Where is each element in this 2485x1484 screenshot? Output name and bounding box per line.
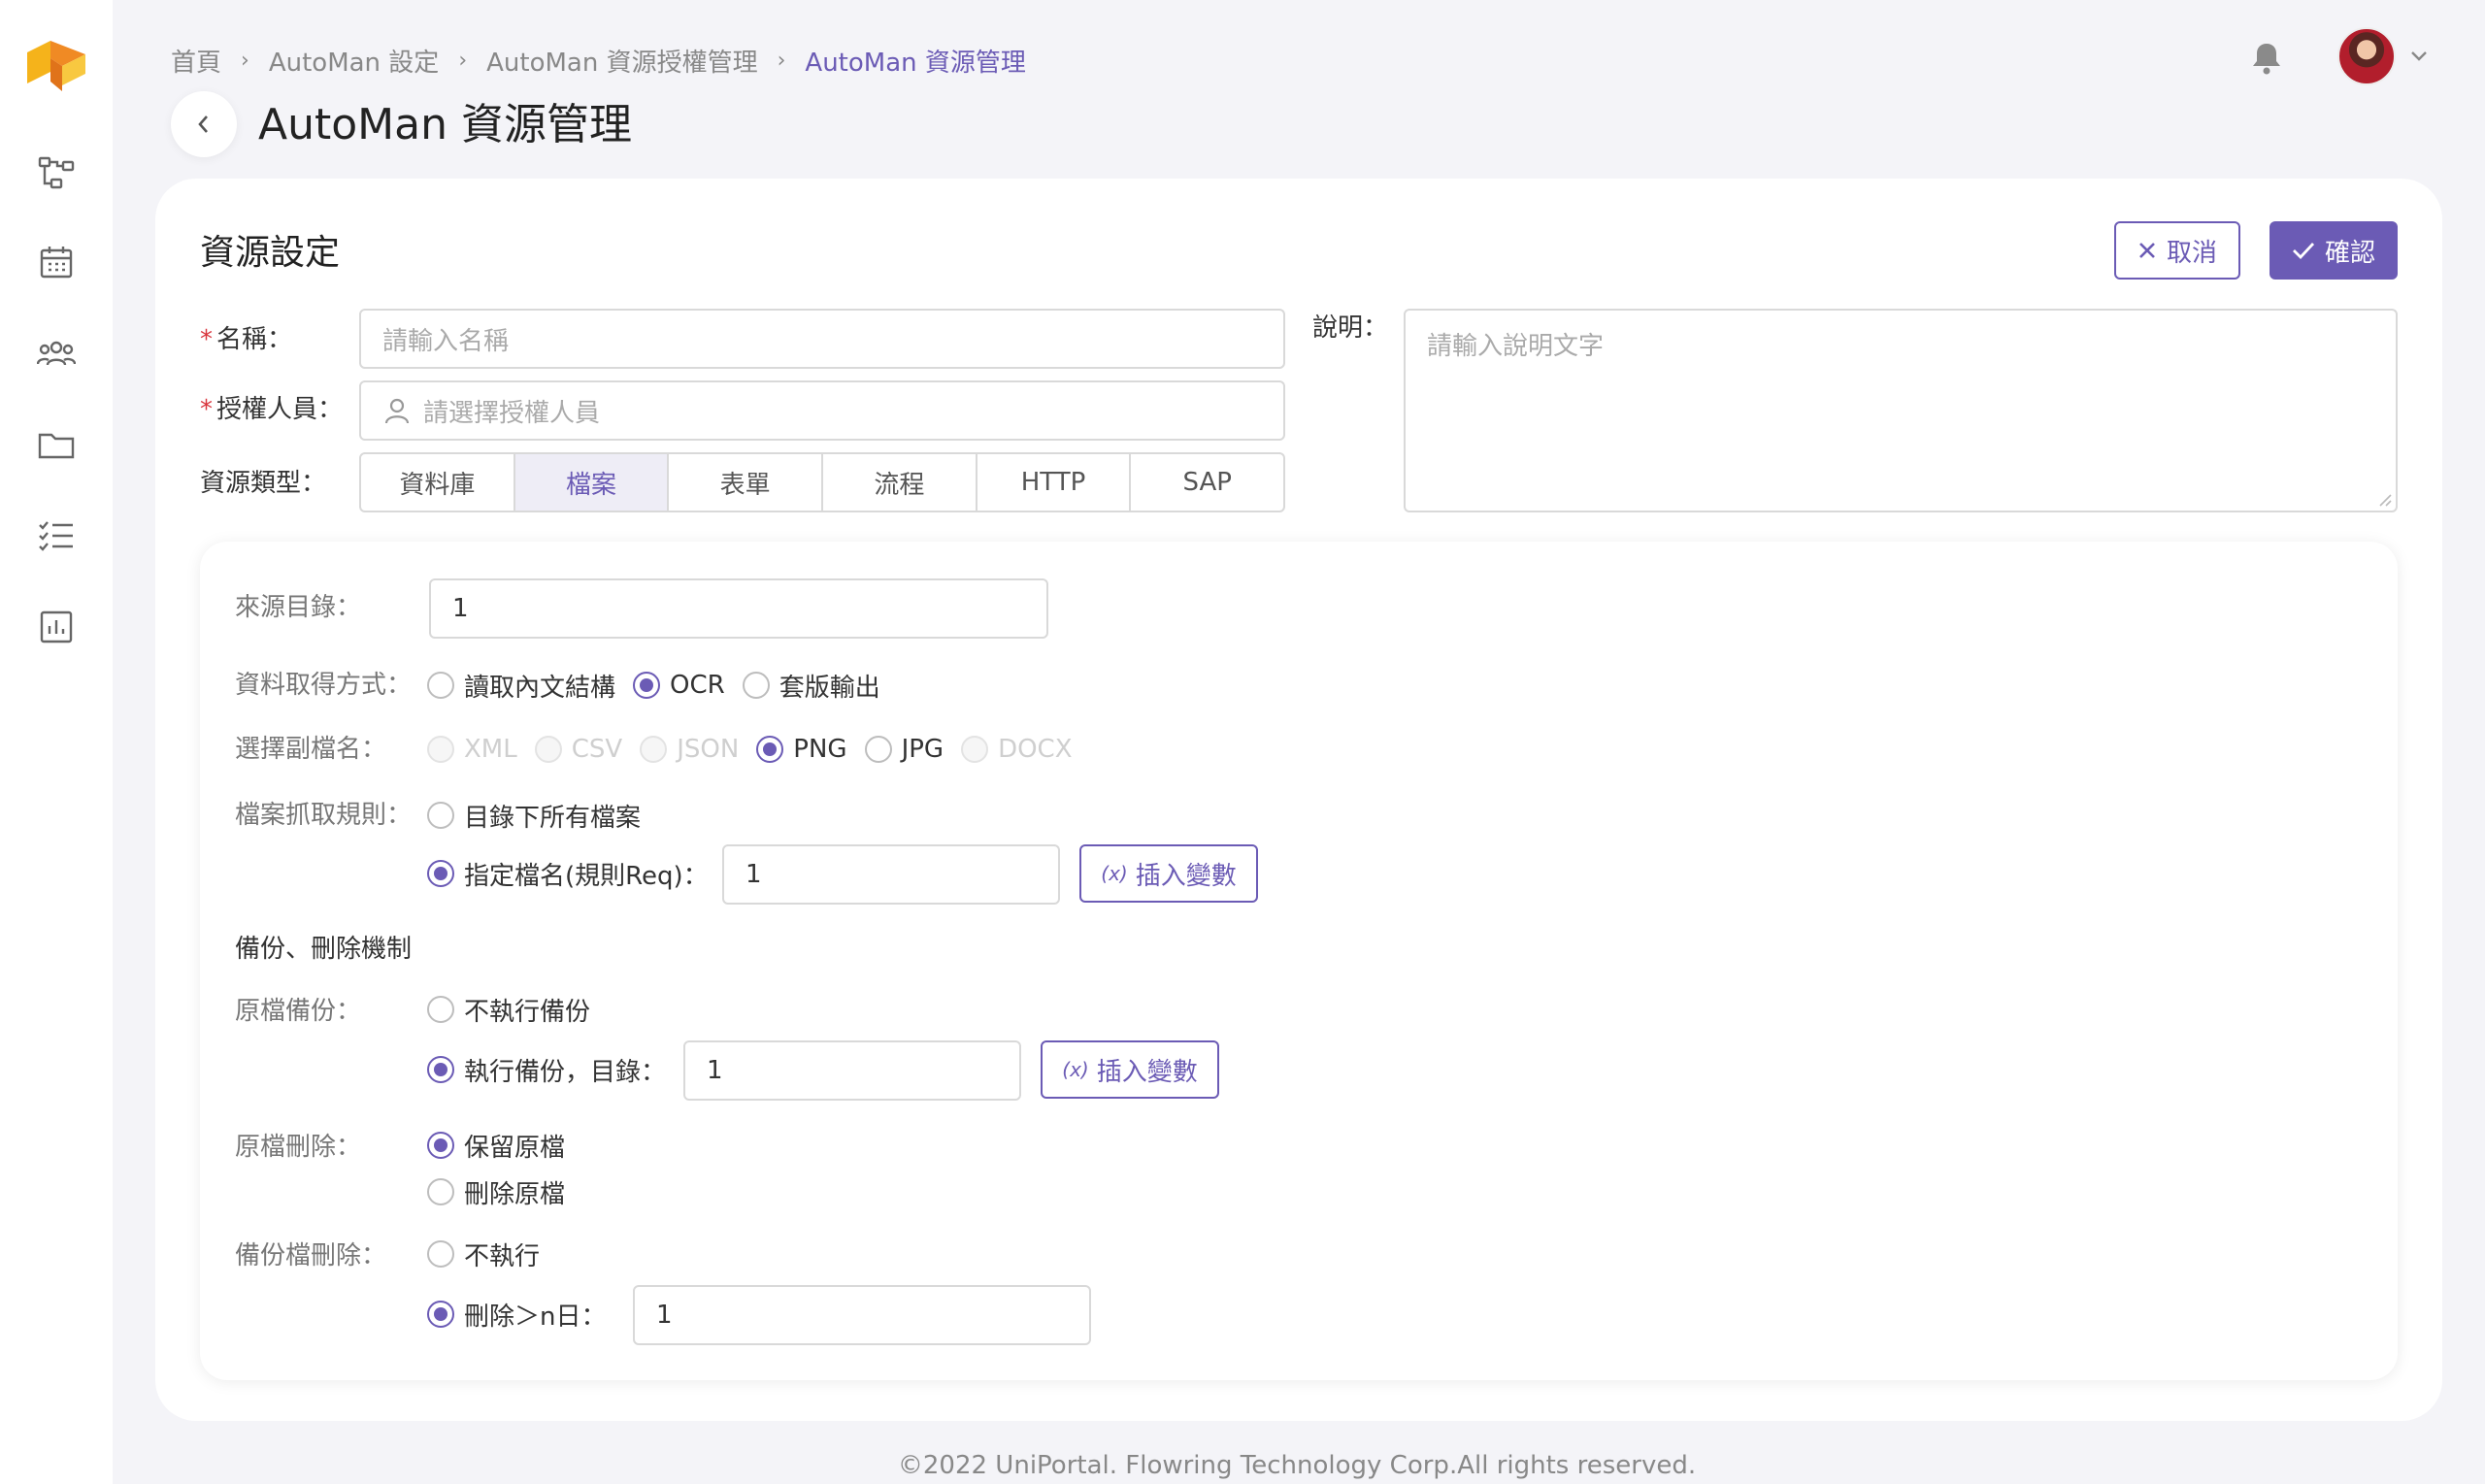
source-dir-label: 來源目錄： bbox=[235, 593, 362, 622]
source-dir-input[interactable]: 1 bbox=[429, 578, 1048, 639]
original-backup-yes-row: 執行備份，目錄： bbox=[427, 1050, 683, 1089]
original-backup-no-row: 不執行備份 bbox=[427, 990, 608, 1029]
confirm-label: 確認 bbox=[2324, 238, 2375, 268]
close-icon bbox=[2139, 243, 2155, 258]
chevron-right-icon: › bbox=[241, 48, 249, 73]
chevron-down-icon[interactable] bbox=[2409, 49, 2429, 64]
name-input[interactable]: 請輸入名稱 bbox=[359, 309, 1285, 369]
section-title: 資源設定 bbox=[200, 233, 341, 273]
extension-docx-radio: DOCX bbox=[961, 735, 1073, 764]
extension-group: XML CSV JSON PNG JPG DOCX bbox=[427, 730, 1090, 769]
check-icon bbox=[2292, 243, 2315, 260]
bell-icon[interactable] bbox=[2250, 41, 2283, 76]
back-button[interactable] bbox=[171, 91, 237, 157]
insert-variable-button[interactable]: (x) 插入變數 bbox=[1041, 1040, 1219, 1099]
breadcrumb: 首頁 › AutoMan 設定 › AutoMan 資源授權管理 › AutoM… bbox=[171, 41, 1026, 80]
chevron-right-icon: › bbox=[777, 48, 786, 73]
backup-delete-days-input[interactable]: 1 bbox=[633, 1285, 1091, 1345]
original-delete-delete-radio[interactable]: 刪除原檔 bbox=[427, 1174, 565, 1210]
user-icon bbox=[384, 398, 410, 424]
backup-delete-days-radio[interactable]: 刪除＞n日： bbox=[427, 1297, 606, 1333]
resource-type-file[interactable]: 檔案 bbox=[514, 454, 670, 511]
fetch-method-group: 讀取內文結構 OCR 套版輸出 bbox=[427, 666, 898, 705]
extension-csv-radio: CSV bbox=[534, 735, 622, 764]
fetch-method-structure-radio[interactable]: 讀取內文結構 bbox=[427, 668, 615, 704]
insert-variable-button[interactable]: (x) 插入變數 bbox=[1079, 844, 1258, 903]
resource-type-sap[interactable]: SAP bbox=[1131, 454, 1283, 511]
fetch-method-label: 資料取得方式： bbox=[235, 671, 413, 700]
checklist-icon[interactable] bbox=[37, 516, 76, 555]
extension-xml-radio: XML bbox=[427, 735, 517, 764]
resize-handle-icon[interactable] bbox=[2376, 491, 2392, 507]
flow-icon[interactable] bbox=[37, 153, 76, 192]
original-delete-label: 原檔刪除： bbox=[235, 1133, 362, 1162]
resource-type-database[interactable]: 資料庫 bbox=[361, 454, 515, 511]
resource-type-http[interactable]: HTTP bbox=[977, 454, 1132, 511]
resource-type-label: 資源類型： bbox=[200, 469, 327, 498]
confirm-button[interactable]: 確認 bbox=[2270, 221, 2398, 280]
fetch-rule-filename-input[interactable]: 1 bbox=[722, 844, 1060, 905]
authorized-select[interactable]: 請選擇授權人員 bbox=[359, 380, 1285, 441]
fetch-rule-all-radio[interactable]: 目錄下所有檔案 bbox=[427, 798, 641, 834]
breadcrumb-home[interactable]: 首頁 bbox=[171, 43, 221, 79]
extension-json-radio: JSON bbox=[640, 735, 739, 764]
original-delete-keep-radio[interactable]: 保留原檔 bbox=[427, 1128, 565, 1164]
fetch-method-template-radio[interactable]: 套版輸出 bbox=[742, 668, 880, 704]
backup-delete-no-row: 不執行 bbox=[427, 1235, 557, 1273]
resource-type-form[interactable]: 表單 bbox=[669, 454, 824, 511]
original-backup-yes-radio[interactable]: 執行備份，目錄： bbox=[427, 1052, 666, 1088]
fetch-rule-named-row: 指定檔名(規則Req)： bbox=[427, 854, 726, 893]
app-logo[interactable] bbox=[23, 37, 89, 91]
variable-icon: (x) bbox=[1062, 1058, 1089, 1081]
authorized-label: * 授權人員： bbox=[200, 395, 344, 424]
resource-type-process[interactable]: 流程 bbox=[823, 454, 977, 511]
insert-variable-label: 插入變數 bbox=[1096, 1057, 1198, 1087]
breadcrumb-resource-auth[interactable]: AutoMan 資源授權管理 bbox=[486, 43, 757, 79]
backup-delete-no-radio[interactable]: 不執行 bbox=[427, 1237, 540, 1272]
extension-jpg-radio[interactable]: JPG bbox=[864, 735, 944, 764]
report-icon[interactable] bbox=[37, 608, 76, 646]
name-label: * 名稱： bbox=[200, 325, 293, 354]
calendar-icon[interactable] bbox=[37, 243, 76, 281]
description-textarea[interactable]: 請輸入說明文字 bbox=[1404, 309, 2398, 512]
users-icon[interactable] bbox=[37, 334, 76, 373]
fetch-rule-named-radio[interactable]: 指定檔名(規則Req)： bbox=[427, 856, 709, 892]
original-delete-keep-row: 保留原檔 bbox=[427, 1126, 582, 1165]
original-delete-delete-row: 刪除原檔 bbox=[427, 1172, 582, 1211]
breadcrumb-current: AutoMan 資源管理 bbox=[805, 48, 1026, 78]
cancel-button[interactable]: 取消 bbox=[2114, 221, 2240, 280]
page-title: AutoMan 資源管理 bbox=[258, 100, 632, 149]
original-backup-no-radio[interactable]: 不執行備份 bbox=[427, 992, 590, 1028]
extension-png-radio[interactable]: PNG bbox=[756, 735, 847, 764]
avatar[interactable] bbox=[2337, 27, 2396, 85]
backup-delete-days-row: 刪除＞n日： bbox=[427, 1295, 623, 1334]
backup-delete-label: 備份檔刪除： bbox=[235, 1241, 387, 1270]
resource-type-selector: 資料庫 檔案 表單 流程 HTTP SAP bbox=[359, 452, 1285, 512]
fetch-method-ocr-radio[interactable]: OCR bbox=[633, 671, 725, 700]
description-label: 說明： bbox=[1312, 313, 1389, 343]
fetch-rule-all-row: 目錄下所有檔案 bbox=[427, 796, 658, 835]
chevron-right-icon: › bbox=[458, 48, 468, 73]
backup-dir-input[interactable]: 1 bbox=[683, 1040, 1021, 1101]
backup-heading: 備份、刪除機制 bbox=[235, 935, 413, 964]
original-backup-label: 原檔備份： bbox=[235, 997, 362, 1026]
folder-icon[interactable] bbox=[37, 425, 76, 464]
chevron-left-icon bbox=[198, 115, 208, 133]
insert-variable-label: 插入變數 bbox=[1135, 861, 1237, 891]
sidebar bbox=[0, 0, 113, 1484]
breadcrumb-automan-settings[interactable]: AutoMan 設定 bbox=[269, 43, 439, 79]
fetch-rule-label: 檔案抓取規則： bbox=[235, 801, 413, 830]
cancel-label: 取消 bbox=[2166, 238, 2217, 268]
variable-icon: (x) bbox=[1101, 862, 1128, 885]
extension-label: 選擇副檔名： bbox=[235, 735, 387, 764]
footer: ©2022 UniPortal. Flowring Technology Cor… bbox=[897, 1451, 1697, 1480]
